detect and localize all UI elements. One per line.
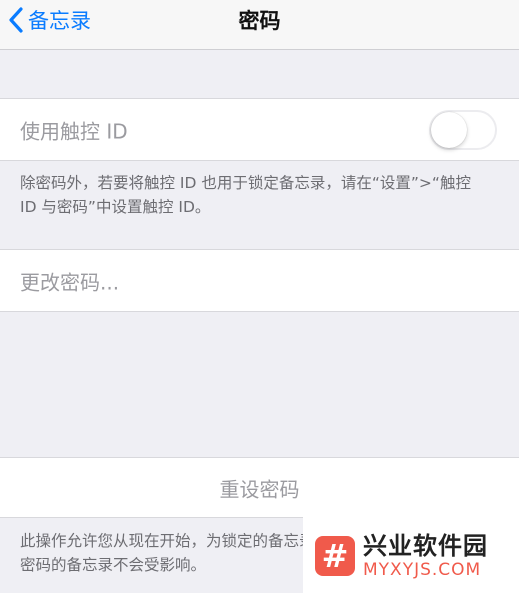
passcode-settings-screen: 备忘录 密码 使用触控 ID 除密码外，若要将触控 ID 也用于锁定备忘录，请在… — [0, 0, 519, 593]
watermark-logo-icon: # — [315, 536, 355, 576]
touch-id-footer-note: 除密码外，若要将触控 ID 也用于锁定备忘录，请在“设置”>“触控 ID 与密码… — [20, 174, 471, 216]
watermark-name: 兴业软件园 — [363, 532, 488, 560]
navigation-bar: 备忘录 密码 — [0, 0, 519, 50]
change-password-row[interactable]: 更改密码... — [0, 249, 519, 312]
reset-password-row[interactable]: 重设密码 — [0, 457, 519, 518]
reset-password-label: 重设密码 — [219, 477, 300, 501]
touch-id-toggle[interactable] — [429, 109, 497, 150]
touch-id-row: 使用触控 ID — [0, 98, 519, 161]
page-title: 密码 — [238, 9, 281, 33]
watermark-url: MYXYJS.COM — [363, 560, 482, 580]
toggle-knob — [431, 111, 467, 148]
touch-id-label: 使用触控 ID — [20, 119, 128, 143]
change-password-label: 更改密码... — [20, 270, 120, 294]
watermark: # 兴业软件园 MYXYJS.COM — [303, 516, 519, 593]
